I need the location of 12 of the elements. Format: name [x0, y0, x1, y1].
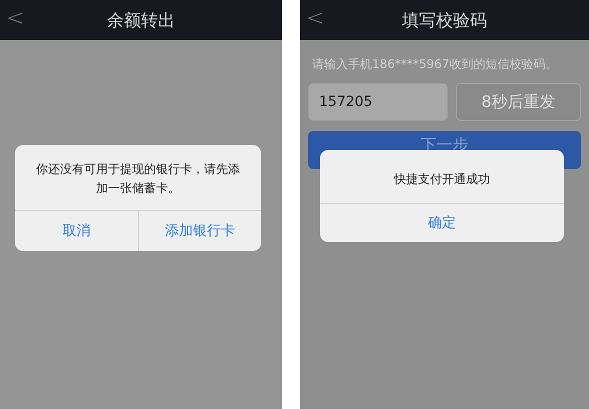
screen-title: 填写校验码 [402, 10, 487, 32]
alert-button[interactable]: 添加银行卡 [138, 211, 261, 251]
back-button[interactable]: < [306, 6, 324, 31]
screen-title: 余额转出 [107, 10, 175, 32]
resend-button[interactable]: 8秒后重发 [456, 83, 581, 121]
alert-button[interactable]: 确定 [320, 204, 564, 242]
back-button[interactable]: < [6, 6, 24, 31]
alert-button[interactable]: 取消 [15, 211, 138, 251]
alert-message: 快捷支付开通成功 [392, 171, 491, 188]
code-field[interactable]: 157205 [308, 83, 448, 121]
alert-message: 你还没有可用于提现的银行卡，请先添加一张储蓄卡。 [35, 161, 241, 197]
hint-text: 请输入手机186****5967收到的短信校验码。 [312, 56, 558, 73]
